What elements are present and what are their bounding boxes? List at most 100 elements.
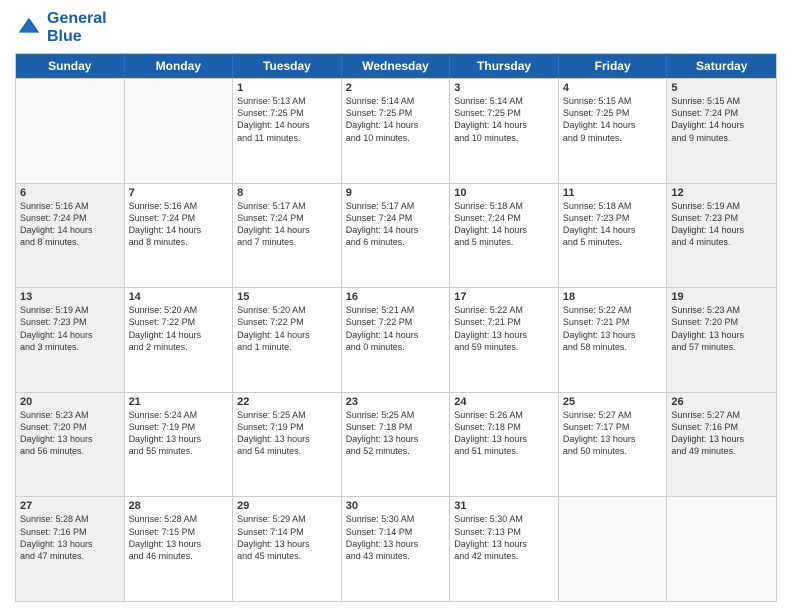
day-number: 12 bbox=[671, 187, 772, 199]
cell-info: Sunrise: 5:27 AMSunset: 7:16 PMDaylight:… bbox=[671, 409, 772, 458]
header-day-tuesday: Tuesday bbox=[233, 54, 342, 78]
day-number: 9 bbox=[346, 187, 446, 199]
calendar-cell: 14Sunrise: 5:20 AMSunset: 7:22 PMDayligh… bbox=[125, 288, 234, 392]
calendar-row-0: 1Sunrise: 5:13 AMSunset: 7:25 PMDaylight… bbox=[16, 78, 776, 183]
day-number: 11 bbox=[563, 187, 663, 199]
day-number: 25 bbox=[563, 396, 663, 408]
day-number: 22 bbox=[237, 396, 337, 408]
cell-info: Sunrise: 5:14 AMSunset: 7:25 PMDaylight:… bbox=[346, 95, 446, 144]
cell-info: Sunrise: 5:30 AMSunset: 7:13 PMDaylight:… bbox=[454, 513, 554, 562]
day-number: 4 bbox=[563, 82, 663, 94]
logo-icon bbox=[15, 14, 43, 42]
calendar-cell: 20Sunrise: 5:23 AMSunset: 7:20 PMDayligh… bbox=[16, 393, 125, 497]
calendar-row-2: 13Sunrise: 5:19 AMSunset: 7:23 PMDayligh… bbox=[16, 287, 776, 392]
day-number: 17 bbox=[454, 291, 554, 303]
calendar-cell: 2Sunrise: 5:14 AMSunset: 7:25 PMDaylight… bbox=[342, 79, 451, 183]
cell-info: Sunrise: 5:27 AMSunset: 7:17 PMDaylight:… bbox=[563, 409, 663, 458]
calendar-cell: 12Sunrise: 5:19 AMSunset: 7:23 PMDayligh… bbox=[667, 184, 776, 288]
calendar-cell bbox=[559, 497, 668, 601]
cell-info: Sunrise: 5:21 AMSunset: 7:22 PMDaylight:… bbox=[346, 304, 446, 353]
calendar-cell: 18Sunrise: 5:22 AMSunset: 7:21 PMDayligh… bbox=[559, 288, 668, 392]
calendar-cell: 31Sunrise: 5:30 AMSunset: 7:13 PMDayligh… bbox=[450, 497, 559, 601]
cell-info: Sunrise: 5:15 AMSunset: 7:25 PMDaylight:… bbox=[563, 95, 663, 144]
day-number: 30 bbox=[346, 500, 446, 512]
day-number: 26 bbox=[671, 396, 772, 408]
cell-info: Sunrise: 5:20 AMSunset: 7:22 PMDaylight:… bbox=[129, 304, 229, 353]
cell-info: Sunrise: 5:16 AMSunset: 7:24 PMDaylight:… bbox=[129, 200, 229, 249]
header-day-saturday: Saturday bbox=[667, 54, 776, 78]
day-number: 6 bbox=[20, 187, 120, 199]
page: General Blue SundayMondayTuesdayWednesda… bbox=[0, 0, 792, 612]
day-number: 19 bbox=[671, 291, 772, 303]
logo-text: General Blue bbox=[47, 10, 107, 45]
calendar-cell: 7Sunrise: 5:16 AMSunset: 7:24 PMDaylight… bbox=[125, 184, 234, 288]
logo: General Blue bbox=[15, 10, 107, 45]
cell-info: Sunrise: 5:19 AMSunset: 7:23 PMDaylight:… bbox=[20, 304, 120, 353]
calendar-row-3: 20Sunrise: 5:23 AMSunset: 7:20 PMDayligh… bbox=[16, 392, 776, 497]
day-number: 2 bbox=[346, 82, 446, 94]
day-number: 20 bbox=[20, 396, 120, 408]
cell-info: Sunrise: 5:25 AMSunset: 7:19 PMDaylight:… bbox=[237, 409, 337, 458]
header-day-sunday: Sunday bbox=[16, 54, 125, 78]
cell-info: Sunrise: 5:26 AMSunset: 7:18 PMDaylight:… bbox=[454, 409, 554, 458]
cell-info: Sunrise: 5:15 AMSunset: 7:24 PMDaylight:… bbox=[671, 95, 772, 144]
calendar-cell bbox=[125, 79, 234, 183]
cell-info: Sunrise: 5:30 AMSunset: 7:14 PMDaylight:… bbox=[346, 513, 446, 562]
cell-info: Sunrise: 5:20 AMSunset: 7:22 PMDaylight:… bbox=[237, 304, 337, 353]
day-number: 24 bbox=[454, 396, 554, 408]
cell-info: Sunrise: 5:19 AMSunset: 7:23 PMDaylight:… bbox=[671, 200, 772, 249]
day-number: 29 bbox=[237, 500, 337, 512]
cell-info: Sunrise: 5:22 AMSunset: 7:21 PMDaylight:… bbox=[563, 304, 663, 353]
calendar-cell: 19Sunrise: 5:23 AMSunset: 7:20 PMDayligh… bbox=[667, 288, 776, 392]
day-number: 5 bbox=[671, 82, 772, 94]
header-day-friday: Friday bbox=[559, 54, 668, 78]
calendar-cell: 3Sunrise: 5:14 AMSunset: 7:25 PMDaylight… bbox=[450, 79, 559, 183]
calendar-cell: 17Sunrise: 5:22 AMSunset: 7:21 PMDayligh… bbox=[450, 288, 559, 392]
calendar-cell bbox=[667, 497, 776, 601]
day-number: 28 bbox=[129, 500, 229, 512]
calendar-cell: 8Sunrise: 5:17 AMSunset: 7:24 PMDaylight… bbox=[233, 184, 342, 288]
day-number: 3 bbox=[454, 82, 554, 94]
calendar-cell: 28Sunrise: 5:28 AMSunset: 7:15 PMDayligh… bbox=[125, 497, 234, 601]
calendar-cell: 24Sunrise: 5:26 AMSunset: 7:18 PMDayligh… bbox=[450, 393, 559, 497]
cell-info: Sunrise: 5:28 AMSunset: 7:16 PMDaylight:… bbox=[20, 513, 120, 562]
cell-info: Sunrise: 5:18 AMSunset: 7:24 PMDaylight:… bbox=[454, 200, 554, 249]
day-number: 8 bbox=[237, 187, 337, 199]
cell-info: Sunrise: 5:16 AMSunset: 7:24 PMDaylight:… bbox=[20, 200, 120, 249]
cell-info: Sunrise: 5:23 AMSunset: 7:20 PMDaylight:… bbox=[20, 409, 120, 458]
calendar-cell: 23Sunrise: 5:25 AMSunset: 7:18 PMDayligh… bbox=[342, 393, 451, 497]
day-number: 23 bbox=[346, 396, 446, 408]
day-number: 31 bbox=[454, 500, 554, 512]
day-number: 27 bbox=[20, 500, 120, 512]
day-number: 16 bbox=[346, 291, 446, 303]
header-day-thursday: Thursday bbox=[450, 54, 559, 78]
calendar-cell: 30Sunrise: 5:30 AMSunset: 7:14 PMDayligh… bbox=[342, 497, 451, 601]
calendar-cell: 27Sunrise: 5:28 AMSunset: 7:16 PMDayligh… bbox=[16, 497, 125, 601]
cell-info: Sunrise: 5:14 AMSunset: 7:25 PMDaylight:… bbox=[454, 95, 554, 144]
calendar-cell: 29Sunrise: 5:29 AMSunset: 7:14 PMDayligh… bbox=[233, 497, 342, 601]
calendar: SundayMondayTuesdayWednesdayThursdayFrid… bbox=[15, 53, 777, 602]
day-number: 15 bbox=[237, 291, 337, 303]
day-number: 10 bbox=[454, 187, 554, 199]
day-number: 14 bbox=[129, 291, 229, 303]
calendar-cell: 9Sunrise: 5:17 AMSunset: 7:24 PMDaylight… bbox=[342, 184, 451, 288]
calendar-cell: 16Sunrise: 5:21 AMSunset: 7:22 PMDayligh… bbox=[342, 288, 451, 392]
calendar-cell: 6Sunrise: 5:16 AMSunset: 7:24 PMDaylight… bbox=[16, 184, 125, 288]
calendar-row-4: 27Sunrise: 5:28 AMSunset: 7:16 PMDayligh… bbox=[16, 496, 776, 601]
calendar-cell: 25Sunrise: 5:27 AMSunset: 7:17 PMDayligh… bbox=[559, 393, 668, 497]
calendar-cell bbox=[16, 79, 125, 183]
header-day-monday: Monday bbox=[125, 54, 234, 78]
cell-info: Sunrise: 5:25 AMSunset: 7:18 PMDaylight:… bbox=[346, 409, 446, 458]
calendar-cell: 4Sunrise: 5:15 AMSunset: 7:25 PMDaylight… bbox=[559, 79, 668, 183]
day-number: 7 bbox=[129, 187, 229, 199]
calendar-cell: 15Sunrise: 5:20 AMSunset: 7:22 PMDayligh… bbox=[233, 288, 342, 392]
cell-info: Sunrise: 5:13 AMSunset: 7:25 PMDaylight:… bbox=[237, 95, 337, 144]
day-number: 18 bbox=[563, 291, 663, 303]
header-day-wednesday: Wednesday bbox=[342, 54, 451, 78]
cell-info: Sunrise: 5:29 AMSunset: 7:14 PMDaylight:… bbox=[237, 513, 337, 562]
calendar-cell: 26Sunrise: 5:27 AMSunset: 7:16 PMDayligh… bbox=[667, 393, 776, 497]
day-number: 1 bbox=[237, 82, 337, 94]
cell-info: Sunrise: 5:17 AMSunset: 7:24 PMDaylight:… bbox=[237, 200, 337, 249]
calendar-cell: 13Sunrise: 5:19 AMSunset: 7:23 PMDayligh… bbox=[16, 288, 125, 392]
calendar-cell: 11Sunrise: 5:18 AMSunset: 7:23 PMDayligh… bbox=[559, 184, 668, 288]
